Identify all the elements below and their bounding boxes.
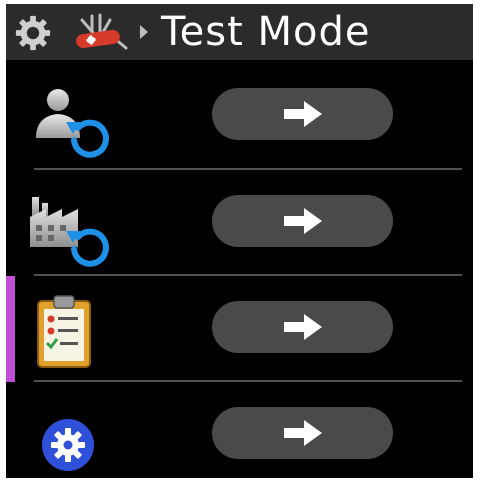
arrow-right-icon [284,208,322,234]
settings-gear-icon [42,419,94,471]
arrow-right-button[interactable] [212,301,393,353]
arrow-right-icon [284,420,322,446]
row-divider [34,274,462,276]
arrow-right-icon [284,101,322,127]
arrow-right-button[interactable] [212,407,393,459]
device-screen: Test Mode [6,4,473,478]
user-reset-icon [36,89,109,158]
arrow-right-button[interactable] [212,195,393,247]
clipboard-checklist-icon [37,295,91,368]
gear-icon[interactable] [14,14,52,52]
arrow-right-button[interactable] [212,88,393,140]
row-divider [34,168,462,170]
menu-row-test-checklist[interactable] [6,277,473,382]
page-title: Test Mode [161,9,371,55]
menu-row-settings[interactable] [6,383,473,478]
swiss-knife-icon[interactable] [70,12,130,54]
arrow-right-icon [284,314,322,340]
factory-reset-icon [30,197,109,267]
row-divider [34,380,462,382]
header-bar: Test Mode [6,4,473,60]
menu-row-factory-reset[interactable] [6,171,473,276]
chevron-right-icon [140,25,148,39]
menu-row-user-reset[interactable] [6,64,473,169]
